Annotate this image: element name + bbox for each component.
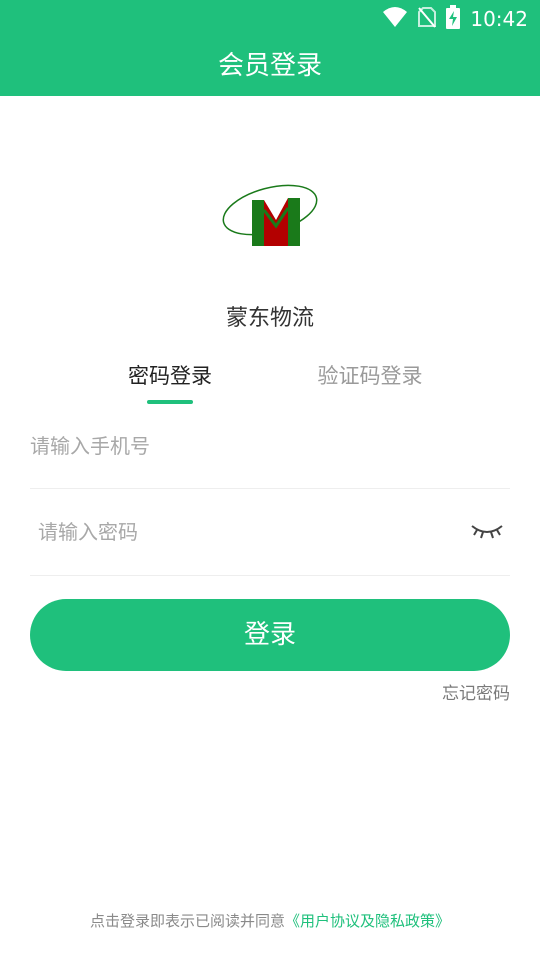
no-sim-icon: [418, 6, 437, 32]
forgot-password-link[interactable]: 忘记密码: [442, 679, 510, 704]
eye-closed-icon[interactable]: [470, 520, 504, 542]
password-input[interactable]: [30, 502, 450, 562]
status-bar: 10:42: [0, 0, 540, 36]
divider: [30, 488, 510, 489]
status-icons: 10:42: [382, 5, 528, 33]
company-logo-m-icon: [218, 180, 322, 252]
active-tab-indicator: [147, 400, 193, 404]
agreement-text: 点击登录即表示已阅读并同意《用户协议及隐私政策》: [0, 910, 540, 931]
login-button[interactable]: 登录: [30, 599, 510, 671]
divider: [30, 575, 510, 576]
company-name: 蒙东物流: [225, 306, 314, 331]
agreement-prefix: 点击登录即表示已阅读并同意: [89, 912, 285, 930]
page-title: 会员登录: [217, 51, 322, 81]
status-time: 10:42: [470, 7, 528, 31]
app-bar: 会员登录: [0, 36, 540, 96]
password-field: [30, 502, 510, 562]
tab-password-login[interactable]: 密码登录: [120, 360, 220, 390]
battery-charging-icon: [446, 5, 461, 33]
agreement-link[interactable]: 《用户协议及隐私政策》: [285, 912, 450, 930]
wifi-icon: [382, 6, 408, 32]
tab-code-login[interactable]: 验证码登录: [310, 360, 430, 390]
phone-field: [30, 416, 510, 476]
phone-input[interactable]: [30, 416, 450, 476]
